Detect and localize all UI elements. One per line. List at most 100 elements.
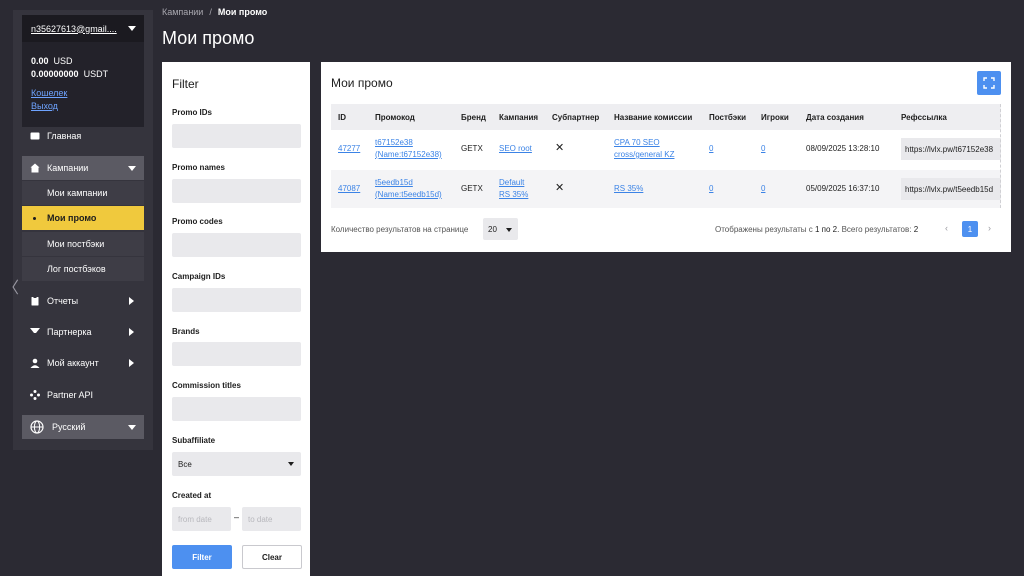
- column-header[interactable]: Постбэки: [709, 113, 746, 122]
- date-to-input[interactable]: to date: [242, 507, 301, 531]
- account-card: n35627613@gmail.... 0.00 USD 0.00000000 …: [22, 15, 144, 127]
- promo-table: ID Промокод Бренд Кампания Субпартнер На…: [331, 104, 1001, 208]
- column-header[interactable]: Дата создания: [806, 113, 864, 122]
- brands-input[interactable]: [172, 342, 301, 366]
- pagination-current-page[interactable]: 1: [962, 221, 978, 237]
- reflink-field[interactable]: https://lvlx.pw/t5eedb15d: [901, 178, 1001, 200]
- table-row: 47277 t67152e38 (Name:t67152e38) GETX SE…: [331, 130, 1001, 168]
- sidebar-item-my-promo[interactable]: Мои промо: [22, 206, 144, 230]
- chevron-right-icon: [129, 359, 134, 367]
- promo-name-link[interactable]: (Name:t67152e38): [375, 149, 442, 161]
- per-page-select[interactable]: 20: [483, 218, 518, 240]
- chevron-down-icon: [288, 462, 294, 466]
- postbacks-link[interactable]: 0: [709, 143, 713, 155]
- subaffiliate-select[interactable]: Все: [172, 452, 301, 476]
- pagination-next[interactable]: ›: [988, 223, 991, 233]
- promo-code-link[interactable]: t5eedb15d: [375, 177, 413, 189]
- page-title: Мои промо: [162, 28, 255, 48]
- clipboard-icon: [31, 296, 39, 306]
- sidebar-item-my-campaigns[interactable]: Мои кампании: [22, 181, 144, 205]
- brands-label: Brands: [172, 327, 200, 336]
- reflink-field[interactable]: https://lvlx.pw/t67152e38: [901, 138, 1001, 160]
- wallet-link[interactable]: Кошелек: [31, 88, 67, 98]
- sidebar-collapse-icon[interactable]: 〈: [3, 274, 19, 298]
- commission-link-line2[interactable]: cross/general KZ: [614, 149, 674, 161]
- postbacks-link[interactable]: 0: [709, 183, 713, 195]
- filter-button[interactable]: Filter: [172, 545, 232, 569]
- balance-usdt: 0.00000000 USDT: [31, 69, 109, 79]
- promo-code-link[interactable]: t67152e38: [375, 137, 413, 149]
- sidebar-item-label: Главная: [47, 131, 82, 141]
- campaign-ids-input[interactable]: [172, 288, 301, 312]
- subaffiliate-label: Subaffiliate: [172, 436, 216, 445]
- chevron-down-icon: [128, 166, 136, 171]
- sidebar-item-reports[interactable]: Отчеты: [22, 289, 144, 313]
- commission-titles-input[interactable]: [172, 397, 301, 421]
- expand-icon: [983, 77, 995, 89]
- subaffiliate-value: Все: [178, 459, 192, 469]
- players-link[interactable]: 0: [761, 183, 765, 195]
- column-header[interactable]: Субпартнер: [552, 113, 599, 122]
- sidebar-item-campaigns[interactable]: Кампании: [22, 156, 144, 180]
- promo-names-input[interactable]: [172, 179, 301, 203]
- column-header[interactable]: Игроки: [761, 113, 789, 122]
- account-email: n35627613@gmail....: [31, 23, 117, 34]
- pagination-prev[interactable]: ‹: [945, 223, 948, 233]
- promo-panel: Мои промо ID Промокод Бренд Кампания Суб…: [321, 62, 1011, 252]
- chevron-right-icon: [129, 328, 134, 336]
- sidebar-item-postback-log[interactable]: Лог постбэков: [22, 257, 144, 281]
- table-header: ID Промокод Бренд Кампания Субпартнер На…: [331, 104, 1001, 130]
- sidebar-item-my-account[interactable]: Мой аккаунт: [22, 351, 144, 375]
- sidebar-item-label: Отчеты: [47, 296, 79, 306]
- sidebar-item-label: Мой аккаунт: [47, 358, 99, 368]
- column-header[interactable]: Бренд: [461, 113, 486, 122]
- campaign-link[interactable]: Default: [499, 177, 524, 189]
- column-header[interactable]: ID: [338, 113, 346, 122]
- close-icon: ✕: [555, 182, 565, 194]
- panel-title: Мои промо: [331, 76, 393, 90]
- language-label: Русский: [52, 422, 86, 432]
- globe-icon: [30, 420, 44, 434]
- campaign-link-line2[interactable]: RS 35%: [499, 189, 528, 201]
- column-header[interactable]: Рефссылка: [901, 113, 947, 122]
- sidebar-item-partners[interactable]: Партнерка: [22, 320, 144, 344]
- column-header[interactable]: Название комиссии: [614, 113, 692, 122]
- sidebar-item-my-postbacks[interactable]: Мои постбэки: [22, 232, 144, 256]
- language-selector[interactable]: Русский: [22, 415, 144, 439]
- commission-link[interactable]: RS 35%: [614, 183, 643, 195]
- promo-id-link[interactable]: 47087: [338, 183, 360, 195]
- date-from-input[interactable]: from date: [172, 507, 231, 531]
- per-page-label: Количество результатов на странице: [331, 225, 469, 234]
- clear-button[interactable]: Clear: [242, 545, 302, 569]
- campaign-link[interactable]: SEO root: [499, 143, 532, 155]
- promo-codes-input[interactable]: [172, 233, 301, 257]
- commission-titles-label: Commission titles: [172, 381, 241, 390]
- sidebar-item-home[interactable]: Главная: [22, 124, 144, 148]
- sidebar-item-partner-api[interactable]: Partner API: [22, 383, 144, 407]
- column-header[interactable]: Промокод: [375, 113, 415, 122]
- brand-cell: GETX: [461, 144, 483, 153]
- account-dropdown[interactable]: n35627613@gmail....: [22, 15, 144, 42]
- promo-name-link[interactable]: (Name:t5eedb15d): [375, 189, 442, 201]
- table-row: 47087 t5eedb15d (Name:t5eedb15d) GETX De…: [331, 170, 1001, 208]
- chevron-down-icon: [128, 26, 136, 31]
- filter-panel: Filter Promo IDs Promo names Promo codes…: [162, 62, 310, 576]
- commission-link[interactable]: CPA 70 SEO: [614, 137, 660, 149]
- created-at-label: Created at: [172, 491, 212, 500]
- date-separator: –: [234, 512, 240, 522]
- campaign-ids-label: Campaign IDs: [172, 272, 226, 281]
- user-icon: [30, 358, 40, 368]
- home-icon: [30, 163, 40, 173]
- promo-ids-label: Promo IDs: [172, 108, 213, 117]
- sidebar: n35627613@gmail.... 0.00 USD 0.00000000 …: [13, 10, 153, 450]
- breadcrumb-parent[interactable]: Кампании: [162, 7, 203, 17]
- table-scroll-edge: [999, 104, 1001, 208]
- logout-link[interactable]: Выход: [31, 101, 58, 111]
- promo-id-link[interactable]: 47277: [338, 143, 360, 155]
- card-icon: [30, 132, 40, 140]
- column-header[interactable]: Кампания: [499, 113, 538, 122]
- fullscreen-button[interactable]: [977, 71, 1001, 95]
- players-link[interactable]: 0: [761, 143, 765, 155]
- promo-names-label: Promo names: [172, 163, 225, 172]
- promo-ids-input[interactable]: [172, 124, 301, 148]
